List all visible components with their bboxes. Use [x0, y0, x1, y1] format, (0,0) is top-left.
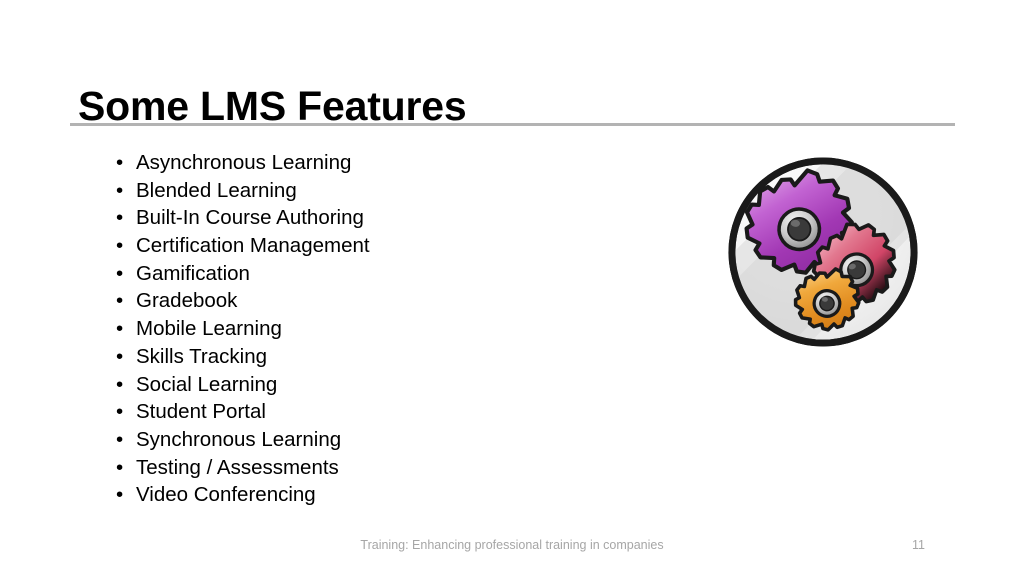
- list-item: • Certification Management: [112, 234, 370, 262]
- bullet-icon: •: [116, 317, 124, 341]
- list-item: • Social Learning: [112, 373, 370, 401]
- list-item-label: Built-In Course Authoring: [136, 206, 364, 230]
- list-item: • Blended Learning: [112, 179, 370, 207]
- bullet-icon: •: [116, 178, 124, 202]
- list-item-label: Gamification: [136, 261, 250, 285]
- three-gears-icon: [724, 153, 922, 351]
- list-item-label: Blended Learning: [136, 178, 297, 202]
- bullet-icon: •: [116, 344, 124, 368]
- list-item-label: Testing / Assessments: [136, 455, 339, 479]
- bullet-icon: •: [116, 427, 124, 451]
- list-item: • Testing / Assessments: [112, 456, 370, 484]
- bullet-icon: •: [116, 289, 124, 313]
- list-item-label: Social Learning: [136, 372, 278, 396]
- list-item: • Gamification: [112, 262, 370, 290]
- bullet-icon: •: [116, 400, 124, 424]
- bullet-icon: •: [116, 455, 124, 479]
- list-item: • Mobile Learning: [112, 317, 370, 345]
- list-item: • Asynchronous Learning: [112, 151, 370, 179]
- bullet-icon: •: [116, 372, 124, 396]
- list-item: • Skills Tracking: [112, 345, 370, 373]
- list-item-label: Student Portal: [136, 400, 266, 424]
- slide-number: 11: [912, 538, 925, 552]
- bullet-icon: •: [116, 234, 124, 258]
- title-divider: [70, 123, 955, 126]
- footer-caption: Training: Enhancing professional trainin…: [360, 538, 664, 552]
- list-item: • Video Conferencing: [112, 483, 370, 511]
- list-item-label: Synchronous Learning: [136, 427, 342, 451]
- list-item: • Built-In Course Authoring: [112, 206, 370, 234]
- list-item-label: Asynchronous Learning: [136, 151, 352, 174]
- list-item: • Synchronous Learning: [112, 428, 370, 456]
- list-item-label: Certification Management: [136, 234, 370, 258]
- list-item: • Student Portal: [112, 400, 370, 428]
- list-item-label: Video Conferencing: [136, 483, 316, 507]
- bullet-icon: •: [116, 151, 124, 174]
- slide-canvas: Some LMS Features • Asynchronous Learnin…: [0, 0, 1024, 576]
- list-item: • Gradebook: [112, 289, 370, 317]
- list-item-label: Mobile Learning: [136, 317, 282, 341]
- list-item-label: Gradebook: [136, 289, 238, 313]
- list-item-label: Skills Tracking: [136, 344, 268, 368]
- bullet-icon: •: [116, 261, 124, 285]
- bullet-icon: •: [116, 483, 124, 507]
- bullet-icon: •: [116, 206, 124, 230]
- feature-list: • Asynchronous Learning • Blended Learni…: [112, 151, 370, 511]
